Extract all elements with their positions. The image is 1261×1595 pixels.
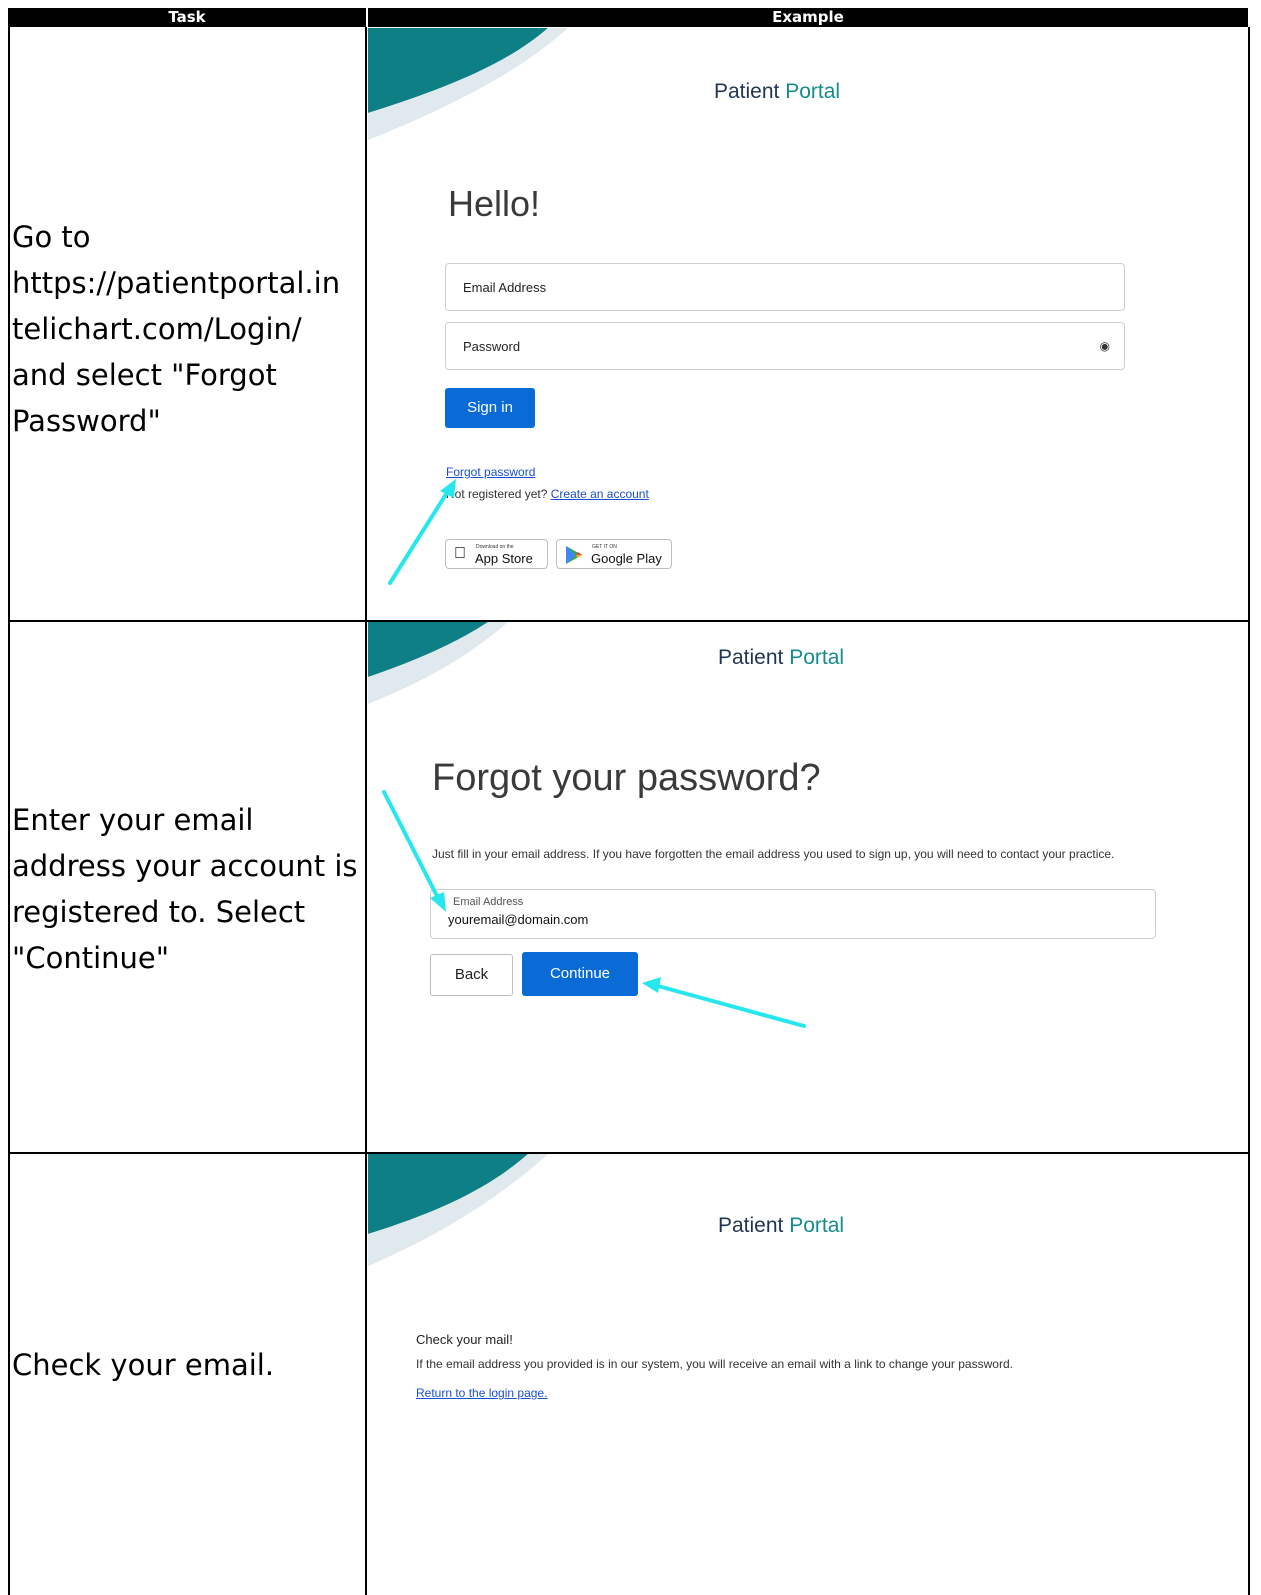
task-line: Check your email. [12,1348,275,1382]
table-border-left [8,27,10,1595]
forgot-heading: Forgot your password? [432,757,821,799]
task-line: telichart.com/Login/ [12,312,302,346]
portal-title: Patient Portal [718,1214,844,1238]
apple-icon:  [454,545,466,563]
table-border-right [1248,27,1250,1595]
table-divider [365,27,367,1595]
task-line: registered to. Select [12,895,306,929]
instruction-table: Task Example Go to https://patientportal… [0,0,1261,1595]
brand-swoosh [368,1154,548,1266]
check-mail-title: Check your mail! [416,1332,513,1347]
sign-in-button[interactable]: Sign in [445,388,535,428]
password-field[interactable]: Password ◉ [445,322,1125,370]
forgot-password-screenshot: Patient Portal Forgot your password? Jus… [368,622,1248,1152]
register-line: Not registered yet? Create an account [446,487,649,501]
brand-swoosh [368,28,568,140]
not-registered-text: Not registered yet? [446,487,548,501]
brand-word: Portal [785,80,841,103]
return-login-link-text[interactable]: Return to the login page. [416,1386,547,1400]
task-line: and select "Forgot [12,358,277,392]
task-line: https://patientportal.in [12,266,341,300]
login-screenshot: Patient Portal Hello! Email Address Pass… [368,28,1248,620]
check-email-screenshot: Patient Portal Check your mail! If the e… [368,1154,1248,1595]
google-play-icon [566,546,582,564]
badge-small-text: Download on the [476,544,514,550]
brand-word: Portal [789,1214,845,1237]
task-text-1: Go to https://patientportal.in telichart… [12,214,362,444]
continue-button[interactable]: Continue [522,952,638,996]
badge-main-text: Google Play [591,551,662,566]
portal-title: Patient Portal [718,646,844,670]
brand-word: Patient [718,1214,784,1237]
task-line: "Continue" [12,941,170,975]
password-placeholder: Password [463,339,521,354]
task-text-2: Enter your email address your account is… [12,797,362,981]
back-button[interactable]: Back [430,954,513,996]
email-field[interactable]: Email Address youremail@domain.com [430,889,1156,939]
badge-small-text: GET IT ON [592,544,617,550]
brand-swoosh [368,622,508,704]
forgot-password-link[interactable]: Forgot password [446,465,535,479]
header-example: Example [368,8,1248,27]
task-line: Enter your email [12,803,254,837]
task-line: Go to [12,220,91,254]
task-line: Password" [12,404,161,438]
create-account-link[interactable]: Create an account [551,487,649,501]
task-text-3: Check your email. [12,1342,362,1388]
portal-title: Patient Portal [714,80,840,104]
email-placeholder: Email Address [463,280,547,295]
email-value: youremail@domain.com [448,912,589,927]
login-heading: Hello! [448,183,541,224]
return-login-link[interactable]: Return to the login page. [416,1386,547,1400]
badge-main-text: App Store [475,551,533,566]
brand-word: Patient [714,80,780,103]
brand-word: Patient [718,646,784,669]
email-label: Email Address [453,896,524,908]
instructions-text: Just fill in your email address. If you … [432,847,1115,861]
brand-word: Portal [789,646,845,669]
forgot-password-link-text[interactable]: Forgot password [446,465,535,479]
eye-icon[interactable]: ◉ [1100,339,1110,353]
check-mail-body: If the email address you provided is in … [416,1357,1013,1371]
task-line: address your account is [12,849,358,883]
app-store-badge[interactable]:  Download on the App Store [445,539,548,569]
google-play-badge[interactable]: GET IT ON Google Play [556,539,672,569]
email-field[interactable]: Email Address [445,263,1125,311]
header-task: Task [8,8,366,27]
